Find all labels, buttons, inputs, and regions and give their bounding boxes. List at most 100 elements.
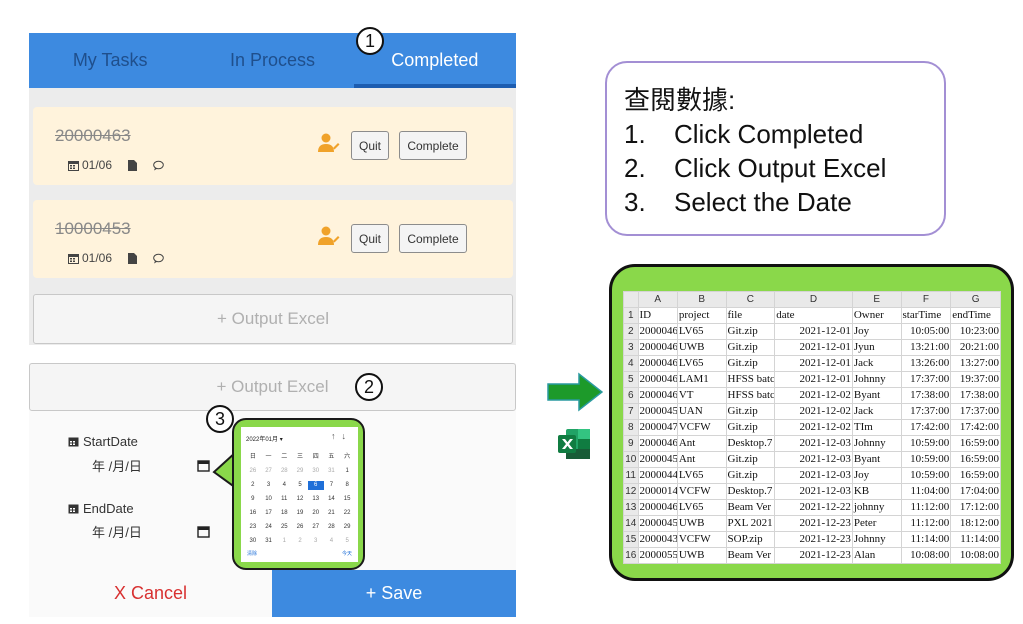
table-cell[interactable]: Alan <box>851 547 902 564</box>
row-number[interactable]: 9 <box>623 435 639 452</box>
table-cell[interactable]: Johnny <box>851 371 902 388</box>
calendar-day[interactable]: 9 <box>245 495 261 504</box>
assign-user-icon[interactable] <box>318 226 340 246</box>
calendar-picker-icon[interactable] <box>197 459 210 472</box>
table-cell[interactable]: Git.zip <box>725 339 776 356</box>
row-number[interactable]: 14 <box>623 515 639 532</box>
table-cell[interactable]: KB <box>851 483 902 500</box>
tab-my-tasks[interactable]: My Tasks <box>29 33 191 88</box>
table-cell[interactable]: ID <box>637 307 678 324</box>
calendar-day[interactable]: 6 <box>307 481 324 490</box>
row-number[interactable]: 7 <box>623 403 639 420</box>
calendar-day[interactable]: 23 <box>245 523 261 532</box>
table-cell[interactable]: SOP.zip <box>725 531 776 548</box>
table-cell[interactable]: Jyun <box>851 339 902 356</box>
tab-in-process[interactable]: In Process <box>191 33 353 88</box>
column-header[interactable]: C <box>725 291 776 308</box>
column-header[interactable]: B <box>676 291 727 308</box>
table-cell[interactable]: 11:14:00 <box>900 531 952 548</box>
quit-button[interactable]: Quit <box>351 131 389 160</box>
table-cell[interactable]: 17:37:00 <box>950 403 1001 420</box>
table-cell[interactable]: johnny <box>851 499 902 516</box>
task-card[interactable]: 20000463 01/06 Quit Complete <box>33 107 513 185</box>
calendar-day[interactable]: 18 <box>276 509 292 518</box>
table-cell[interactable]: 13:21:00 <box>900 339 952 356</box>
calendar-day[interactable]: 11 <box>276 495 292 504</box>
calendar-day[interactable]: 13 <box>308 495 324 504</box>
start-date-input[interactable]: 年 /月/日 <box>88 453 214 477</box>
table-cell[interactable]: Git.zip <box>725 467 776 484</box>
row-number[interactable]: 4 <box>623 355 639 372</box>
table-cell[interactable]: 19:37:00 <box>950 371 1001 388</box>
table-cell[interactable]: TIm <box>851 419 902 436</box>
calendar-day[interactable]: 20 <box>308 509 324 518</box>
table-cell[interactable]: 20000463 <box>637 499 678 516</box>
table-cell[interactable]: 20000466 <box>637 339 678 356</box>
row-number[interactable]: 6 <box>623 387 639 404</box>
table-cell[interactable]: starTime <box>900 307 952 324</box>
complete-button[interactable]: Complete <box>399 131 467 160</box>
calendar-day[interactable]: 8 <box>339 481 355 490</box>
table-cell[interactable]: 10:08:00 <box>950 547 1001 564</box>
table-cell[interactable]: 11:12:00 <box>900 515 952 532</box>
table-cell[interactable]: UWB <box>676 547 727 564</box>
calendar-day[interactable]: 28 <box>324 523 340 532</box>
table-cell[interactable]: file <box>725 307 776 324</box>
table-cell[interactable]: endTime <box>950 307 1001 324</box>
table-cell[interactable]: PXL 2021 <box>725 515 776 532</box>
table-cell[interactable]: VCFW <box>676 419 727 436</box>
calendar-day[interactable]: 1 <box>276 537 292 546</box>
table-cell[interactable]: 2021-12-03 <box>774 435 853 452</box>
table-cell[interactable]: 2021-12-01 <box>774 371 853 388</box>
table-cell[interactable]: VCFW <box>676 483 727 500</box>
table-cell[interactable]: Beam Ver <box>725 499 776 516</box>
calendar-day[interactable]: 7 <box>324 481 340 490</box>
row-number[interactable]: 15 <box>623 531 639 548</box>
table-cell[interactable]: 10:59:00 <box>900 435 952 452</box>
table-cell[interactable]: Joy <box>851 467 902 484</box>
table-cell[interactable]: UWB <box>676 515 727 532</box>
calendar-day[interactable]: 30 <box>245 537 261 546</box>
table-cell[interactable]: Jack <box>851 403 902 420</box>
table-cell[interactable]: Ant <box>676 451 727 468</box>
row-number[interactable]: 12 <box>623 483 639 500</box>
table-cell[interactable]: VCFW <box>676 531 727 548</box>
calendar-day[interactable]: 1 <box>339 467 355 476</box>
table-cell[interactable]: 2021-12-03 <box>774 483 853 500</box>
table-cell[interactable]: Git.zip <box>725 419 776 436</box>
table-cell[interactable]: Beam Ver <box>725 547 776 564</box>
table-cell[interactable]: Git.zip <box>725 451 776 468</box>
table-cell[interactable]: VT <box>676 387 727 404</box>
table-cell[interactable]: 20000450 <box>637 403 678 420</box>
table-cell[interactable]: 17:37:00 <box>900 403 952 420</box>
table-cell[interactable]: 18:12:00 <box>950 515 1001 532</box>
calendar-day[interactable]: 4 <box>324 537 340 546</box>
table-cell[interactable]: 10:05:00 <box>900 323 952 340</box>
output-excel-button-active[interactable]: + Output Excel <box>29 363 516 411</box>
calendar-day[interactable]: 30 <box>308 467 324 476</box>
table-cell[interactable]: 2021-12-01 <box>774 339 853 356</box>
table-cell[interactable]: LV65 <box>676 467 727 484</box>
table-cell[interactable]: HFSS batc <box>725 371 776 388</box>
table-cell[interactable]: 2021-12-23 <box>774 531 853 548</box>
table-cell[interactable]: 20000445 <box>637 467 678 484</box>
calendar-day[interactable]: 2 <box>245 481 261 490</box>
end-date-input[interactable]: 年 /月/日 <box>88 519 214 543</box>
table-cell[interactable]: 20000555 <box>637 547 678 564</box>
row-number[interactable]: 5 <box>623 371 639 388</box>
calendar-day[interactable]: 29 <box>339 523 355 532</box>
row-number[interactable]: 13 <box>623 499 639 516</box>
table-cell[interactable]: UWB <box>676 339 727 356</box>
assign-user-icon[interactable] <box>318 133 340 153</box>
calendar-day[interactable]: 21 <box>324 509 340 518</box>
task-card[interactable]: 10000453 01/06 Quit Complete <box>33 200 513 278</box>
column-header[interactable]: A <box>637 291 678 308</box>
calendar-day[interactable]: 17 <box>261 509 277 518</box>
calendar-day[interactable]: 22 <box>339 509 355 518</box>
calendar-day[interactable]: 3 <box>261 481 277 490</box>
table-cell[interactable]: 20000141 <box>637 483 678 500</box>
table-cell[interactable]: LV65 <box>676 323 727 340</box>
table-cell[interactable]: Desktop.7 <box>725 435 776 452</box>
table-cell[interactable]: 20:21:00 <box>950 339 1001 356</box>
output-excel-button[interactable]: + Output Excel <box>33 294 513 344</box>
